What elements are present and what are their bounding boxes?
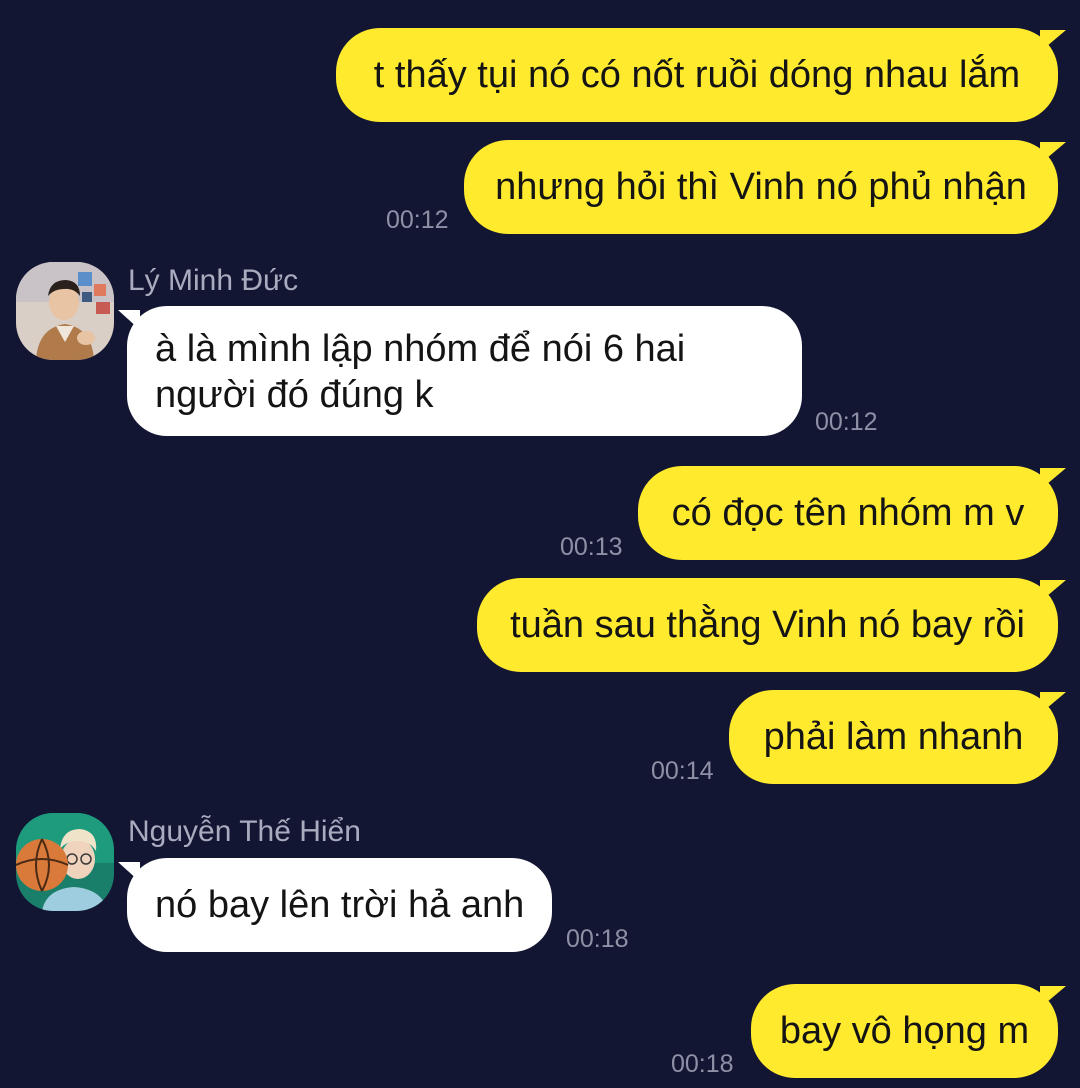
- message-timestamp: 00:18: [566, 925, 629, 953]
- avatar[interactable]: [16, 262, 114, 360]
- message-timestamp: 00:14: [651, 757, 714, 785]
- message-text: tuần sau thằng Vinh nó bay rồi: [510, 604, 1025, 646]
- message-text: có đọc tên nhóm m v: [671, 492, 1025, 534]
- message-text: nhưng hỏi thì Vinh nó phủ nhận: [495, 166, 1027, 208]
- message-text-line: người đó đúng k: [155, 374, 434, 416]
- message-text: bay vô họng m: [779, 1010, 1030, 1052]
- outgoing-message[interactable]: t thấy tụi nó có nốt ruồi dóng nhau lắm: [336, 28, 1058, 122]
- message-text: t thấy tụi nó có nốt ruồi dóng nhau lắm: [373, 54, 1021, 96]
- message-timestamp: 00:12: [815, 408, 878, 436]
- message-text: phải làm nhanh: [763, 716, 1024, 758]
- basketball-player-photo-avatar: [16, 813, 114, 911]
- incoming-message[interactable]: à là mình lập nhóm để nói 6 hai người đó…: [127, 306, 802, 436]
- message-timestamp: 00:12: [386, 206, 449, 234]
- outgoing-message[interactable]: tuần sau thằng Vinh nó bay rồi: [477, 578, 1058, 672]
- outgoing-message[interactable]: phải làm nhanh: [729, 690, 1058, 784]
- young-man-photo-avatar: [16, 262, 114, 360]
- incoming-message[interactable]: nó bay lên trời hả anh: [127, 858, 552, 952]
- outgoing-message[interactable]: nhưng hỏi thì Vinh nó phủ nhận: [464, 140, 1058, 234]
- message-text: nó bay lên trời hả anh: [155, 884, 525, 926]
- sender-name: Nguyễn Thế Hiển: [128, 815, 361, 848]
- outgoing-message[interactable]: có đọc tên nhóm m v: [638, 466, 1058, 560]
- sender-name: Lý Minh Đức: [128, 264, 299, 297]
- outgoing-message[interactable]: bay vô họng m: [751, 984, 1058, 1078]
- message-timestamp: 00:18: [671, 1050, 734, 1078]
- avatar[interactable]: [16, 813, 114, 911]
- message-text-line: à là mình lập nhóm để nói 6 hai: [155, 328, 686, 370]
- message-timestamp: 00:13: [560, 533, 623, 561]
